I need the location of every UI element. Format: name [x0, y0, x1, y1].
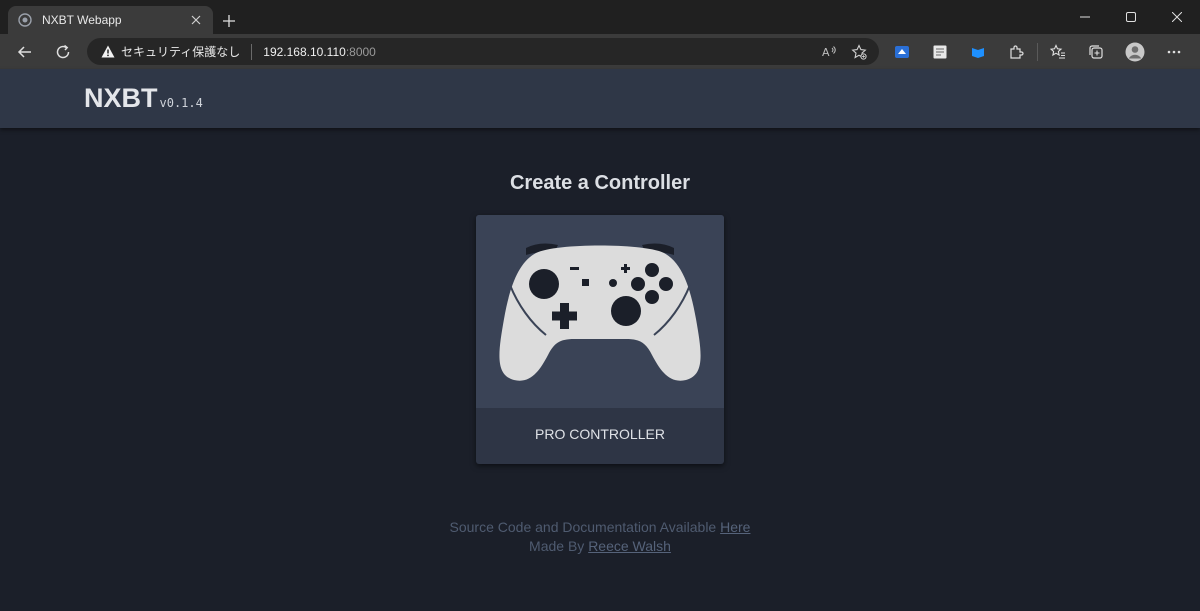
- app-header: NXBT v0.1.4: [0, 69, 1200, 128]
- extension-book-icon[interactable]: [964, 38, 992, 66]
- author-link[interactable]: Reece Walsh: [588, 538, 671, 554]
- extensions-puzzle-icon[interactable]: [1002, 38, 1030, 66]
- window-controls: [1062, 0, 1200, 34]
- favorites-list-icon[interactable]: [1044, 38, 1072, 66]
- read-aloud-icon[interactable]: A: [819, 42, 839, 62]
- collections-icon[interactable]: [1082, 38, 1110, 66]
- extension-notes-icon[interactable]: [926, 38, 954, 66]
- footer-author-text: Made By: [529, 538, 589, 554]
- toolbar-divider: [1037, 43, 1038, 61]
- url-port: :8000: [345, 44, 376, 59]
- page-content: NXBT v0.1.4 Create a Controller PRO CONT…: [0, 69, 1200, 611]
- svg-text:A: A: [822, 46, 830, 59]
- minimize-icon[interactable]: [1062, 0, 1108, 34]
- brand-name: NXBT: [84, 83, 158, 113]
- nxbt-favicon-icon: [18, 13, 32, 27]
- brand-version: v0.1.4: [159, 96, 203, 110]
- source-code-link[interactable]: Here: [720, 519, 750, 535]
- favorite-star-icon[interactable]: [849, 42, 869, 62]
- back-arrow-icon[interactable]: [11, 38, 39, 66]
- close-window-icon[interactable]: [1154, 0, 1200, 34]
- browser-tab[interactable]: NXBT Webapp: [8, 6, 213, 34]
- browser-toolbar: セキュリティ保護なし 192.168.10.110 :8000 A: [0, 34, 1200, 69]
- url-host: 192.168.10.110: [263, 44, 346, 59]
- address-bar[interactable]: セキュリティ保護なし 192.168.10.110 :8000 A: [87, 38, 879, 65]
- footer-line-author: Made By Reece Walsh: [0, 537, 1200, 556]
- footer-line-source: Source Code and Documentation Available …: [0, 518, 1200, 537]
- controller-label: PRO CONTROLLER: [535, 426, 665, 442]
- maximize-icon[interactable]: [1108, 0, 1154, 34]
- tab-title: NXBT Webapp: [42, 13, 122, 27]
- controller-image-area: [476, 215, 724, 408]
- footer: Source Code and Documentation Available …: [0, 518, 1200, 556]
- address-divider: [251, 43, 253, 60]
- page-title: Create a Controller: [509, 172, 691, 194]
- pro-controller-icon: [499, 243, 701, 381]
- pro-controller-card[interactable]: PRO CONTROLLER: [476, 215, 724, 464]
- brand-logo: NXBT v0.1.4: [84, 83, 203, 114]
- browser-tab-bar: NXBT Webapp: [0, 0, 1200, 34]
- extension-cloud-icon[interactable]: [888, 38, 916, 66]
- warning-triangle-icon[interactable]: [101, 45, 115, 58]
- profile-avatar-icon[interactable]: [1121, 38, 1149, 66]
- footer-source-text: Source Code and Documentation Available: [449, 519, 721, 535]
- more-menu-icon[interactable]: [1160, 38, 1188, 66]
- security-status-label[interactable]: セキュリティ保護なし: [121, 43, 240, 60]
- refresh-icon[interactable]: [49, 38, 77, 66]
- close-tab-icon[interactable]: [187, 11, 205, 29]
- new-tab-icon[interactable]: [218, 10, 240, 32]
